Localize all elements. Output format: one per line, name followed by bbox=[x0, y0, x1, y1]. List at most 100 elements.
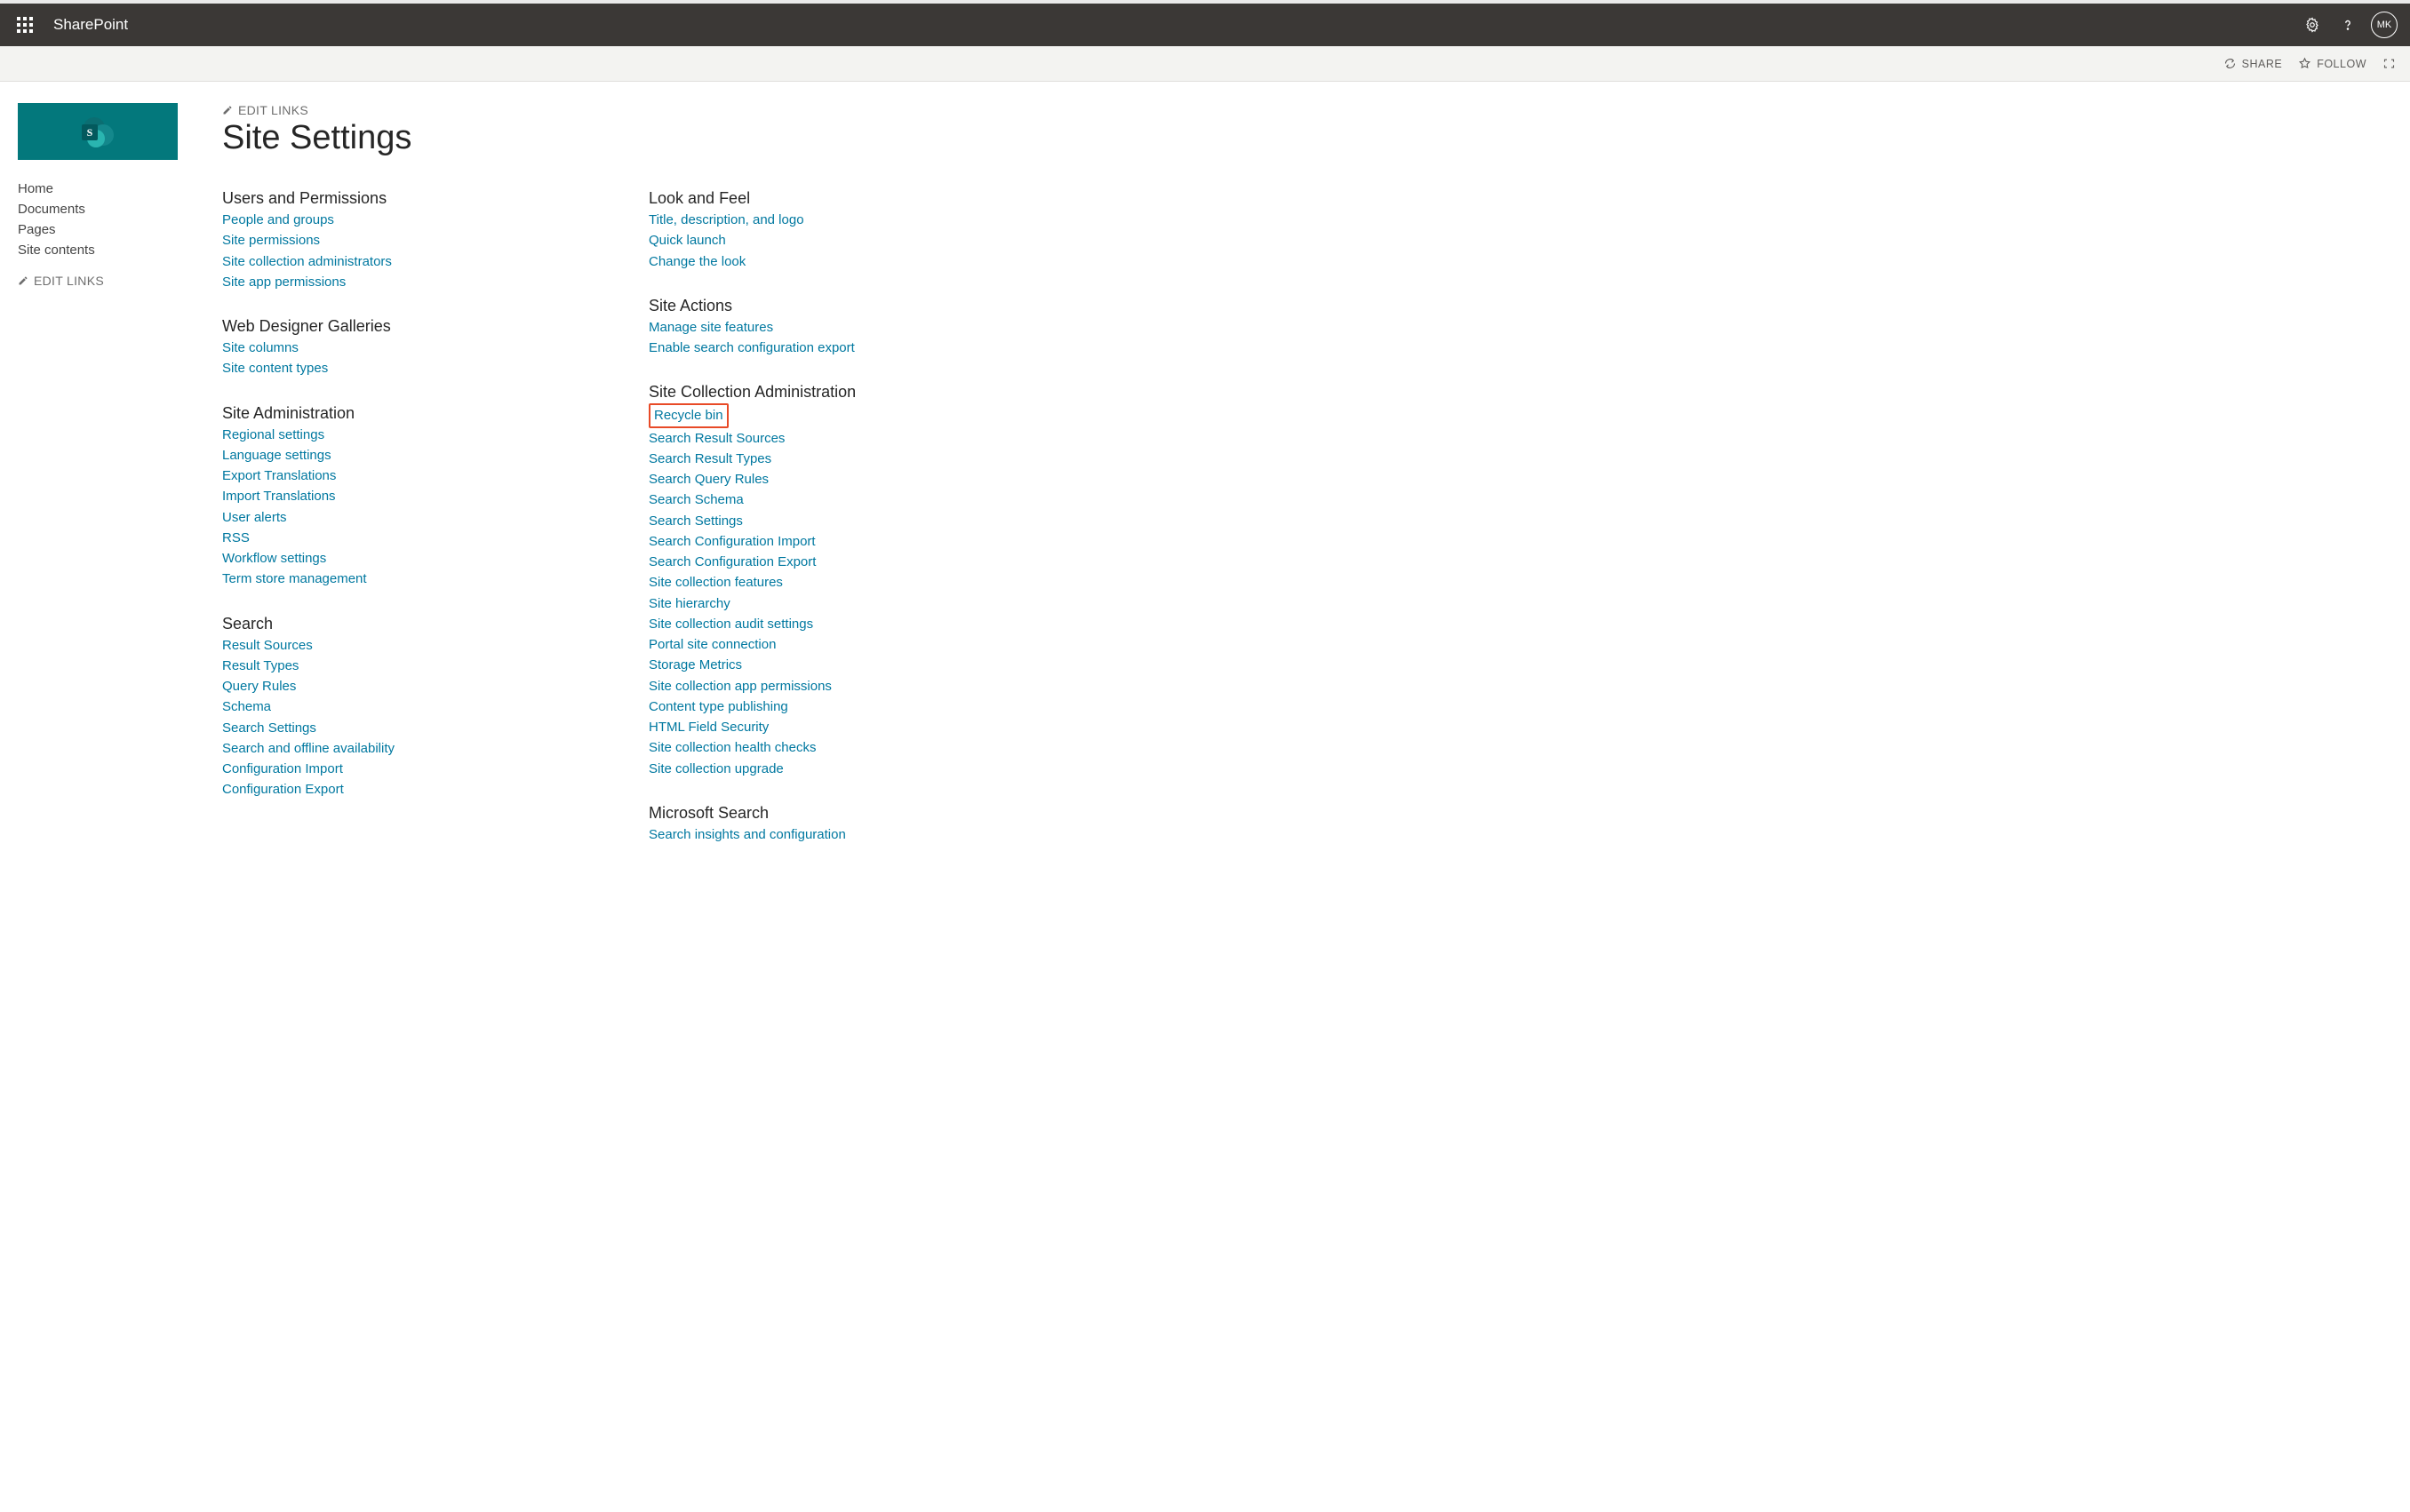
nav-link[interactable]: Documents bbox=[18, 202, 85, 217]
settings-link[interactable]: Site collection health checks bbox=[649, 740, 816, 755]
help-button[interactable] bbox=[2330, 7, 2366, 43]
settings-link[interactable]: Recycle bin bbox=[654, 408, 723, 423]
settings-link[interactable]: Site permissions bbox=[222, 233, 320, 248]
nav-link[interactable]: Pages bbox=[18, 222, 56, 237]
site-logo[interactable]: S bbox=[18, 103, 178, 160]
settings-column: Look and FeelTitle, description, and log… bbox=[649, 189, 969, 845]
link-item: Search Settings bbox=[649, 511, 969, 531]
focus-icon bbox=[2382, 57, 2396, 70]
settings-link[interactable]: Query Rules bbox=[222, 679, 296, 694]
settings-link[interactable]: Site collection upgrade bbox=[649, 761, 784, 776]
link-item: Search Configuration Import bbox=[649, 531, 969, 552]
settings-link[interactable]: Portal site connection bbox=[649, 637, 776, 652]
settings-link[interactable]: Result Types bbox=[222, 658, 299, 673]
link-item: Workflow settings bbox=[222, 548, 542, 569]
link-item: Search Settings bbox=[222, 718, 542, 738]
settings-link[interactable]: Configuration Export bbox=[222, 782, 344, 797]
link-list: Site columns Site content types bbox=[222, 338, 542, 379]
share-label: SHARE bbox=[2242, 58, 2283, 70]
settings-link[interactable]: Search Settings bbox=[222, 720, 316, 736]
nav-link[interactable]: Home bbox=[18, 181, 53, 196]
link-item: HTML Field Security bbox=[649, 717, 969, 737]
sharepoint-logo-icon: S bbox=[76, 114, 119, 149]
settings-link[interactable]: Regional settings bbox=[222, 427, 324, 442]
settings-link[interactable]: Search Schema bbox=[649, 492, 744, 507]
link-item: Search Result Types bbox=[649, 449, 969, 469]
settings-link[interactable]: Site app permissions bbox=[222, 275, 346, 290]
settings-link[interactable]: Title, description, and logo bbox=[649, 212, 804, 227]
settings-link[interactable]: Configuration Import bbox=[222, 761, 343, 776]
settings-gear-button[interactable] bbox=[2294, 7, 2330, 43]
link-item: Configuration Import bbox=[222, 759, 542, 779]
settings-link[interactable]: Site collection administrators bbox=[222, 254, 392, 269]
link-item: Quick launch bbox=[649, 230, 969, 251]
settings-link[interactable]: Search Settings bbox=[649, 513, 743, 529]
settings-link[interactable]: Change the look bbox=[649, 254, 746, 269]
settings-link[interactable]: Schema bbox=[222, 699, 271, 714]
settings-link[interactable]: Search Configuration Export bbox=[649, 554, 816, 569]
settings-link[interactable]: User alerts bbox=[222, 510, 287, 525]
app-launcher-button[interactable] bbox=[7, 7, 43, 43]
section-heading: Users and Permissions bbox=[222, 189, 542, 208]
settings-section: Site ActionsManage site featuresEnable s… bbox=[649, 297, 969, 359]
nav-edit-links-button[interactable]: EDIT LINKS bbox=[18, 274, 204, 288]
settings-link[interactable]: Enable search configuration export bbox=[649, 340, 855, 355]
link-item: Regional settings bbox=[222, 425, 542, 445]
settings-link[interactable]: Export Translations bbox=[222, 468, 336, 483]
link-list: Regional settings Language settings Export… bbox=[222, 425, 542, 590]
follow-label: FOLLOW bbox=[2317, 58, 2366, 70]
avatar-initials: MK bbox=[2377, 20, 2392, 30]
settings-section: Look and FeelTitle, description, and log… bbox=[649, 189, 969, 272]
link-item: Site app permissions bbox=[222, 272, 542, 292]
link-list: People and groups Site permissions Site co… bbox=[222, 210, 542, 292]
link-item: Enable search configuration export bbox=[649, 338, 969, 358]
settings-link[interactable]: Search Result Types bbox=[649, 451, 771, 466]
settings-link[interactable]: Search Result Sources bbox=[649, 431, 785, 446]
settings-link[interactable]: HTML Field Security bbox=[649, 720, 769, 735]
settings-link[interactable]: Search Configuration Import bbox=[649, 534, 816, 549]
link-item: Term store management bbox=[222, 569, 542, 589]
settings-link[interactable]: Site content types bbox=[222, 361, 328, 376]
settings-link[interactable]: Site hierarchy bbox=[649, 596, 730, 611]
settings-link[interactable]: Search insights and configuration bbox=[649, 827, 846, 842]
link-item: Search and offline availability bbox=[222, 738, 542, 759]
app-name[interactable]: SharePoint bbox=[53, 16, 128, 34]
section-heading: Microsoft Search bbox=[649, 804, 969, 823]
settings-link[interactable]: Language settings bbox=[222, 448, 331, 463]
link-item: Site hierarchy bbox=[649, 593, 969, 614]
user-avatar[interactable]: MK bbox=[2371, 12, 2398, 38]
nav-link[interactable]: Site contents bbox=[18, 243, 95, 258]
main-column: EDIT LINKS Site Settings Users and Permi… bbox=[204, 103, 2410, 845]
settings-link[interactable]: Site collection app permissions bbox=[649, 679, 832, 694]
link-item: Language settings bbox=[222, 445, 542, 466]
link-item: Search Schema bbox=[649, 489, 969, 510]
link-item: Portal site connection bbox=[649, 634, 969, 655]
settings-link[interactable]: Site collection features bbox=[649, 575, 783, 590]
settings-link[interactable]: Quick launch bbox=[649, 233, 726, 248]
share-button[interactable]: SHARE bbox=[2223, 57, 2283, 70]
settings-link[interactable]: Search and offline availability bbox=[222, 741, 395, 756]
settings-link[interactable]: Result Sources bbox=[222, 638, 313, 653]
settings-link[interactable]: Search Query Rules bbox=[649, 472, 769, 487]
section-heading: Web Designer Galleries bbox=[222, 317, 542, 336]
settings-link[interactable]: Site collection audit settings bbox=[649, 617, 813, 632]
focus-mode-button[interactable] bbox=[2382, 57, 2396, 70]
settings-column: Users and Permissions People and groups Si… bbox=[222, 189, 542, 845]
header-edit-links-button[interactable]: EDIT LINKS bbox=[222, 103, 2410, 117]
page-title: Site Settings bbox=[222, 119, 2410, 157]
settings-link[interactable]: Import Translations bbox=[222, 489, 336, 504]
settings-link[interactable]: Manage site features bbox=[649, 320, 773, 335]
settings-link[interactable]: Workflow settings bbox=[222, 551, 326, 566]
link-item: Manage site features bbox=[649, 317, 969, 338]
settings-link[interactable]: Term store management bbox=[222, 571, 367, 586]
settings-link[interactable]: Content type publishing bbox=[649, 699, 788, 714]
link-item: Storage Metrics bbox=[649, 655, 969, 675]
settings-link[interactable]: Site columns bbox=[222, 340, 299, 355]
settings-link[interactable]: People and groups bbox=[222, 212, 334, 227]
link-item: Content type publishing bbox=[649, 696, 969, 717]
settings-columns: Users and Permissions People and groups Si… bbox=[222, 189, 2410, 845]
settings-link[interactable]: RSS bbox=[222, 530, 250, 545]
follow-button[interactable]: FOLLOW bbox=[2298, 57, 2366, 70]
settings-link[interactable]: Storage Metrics bbox=[649, 657, 742, 672]
link-item: Search insights and configuration bbox=[649, 824, 969, 845]
